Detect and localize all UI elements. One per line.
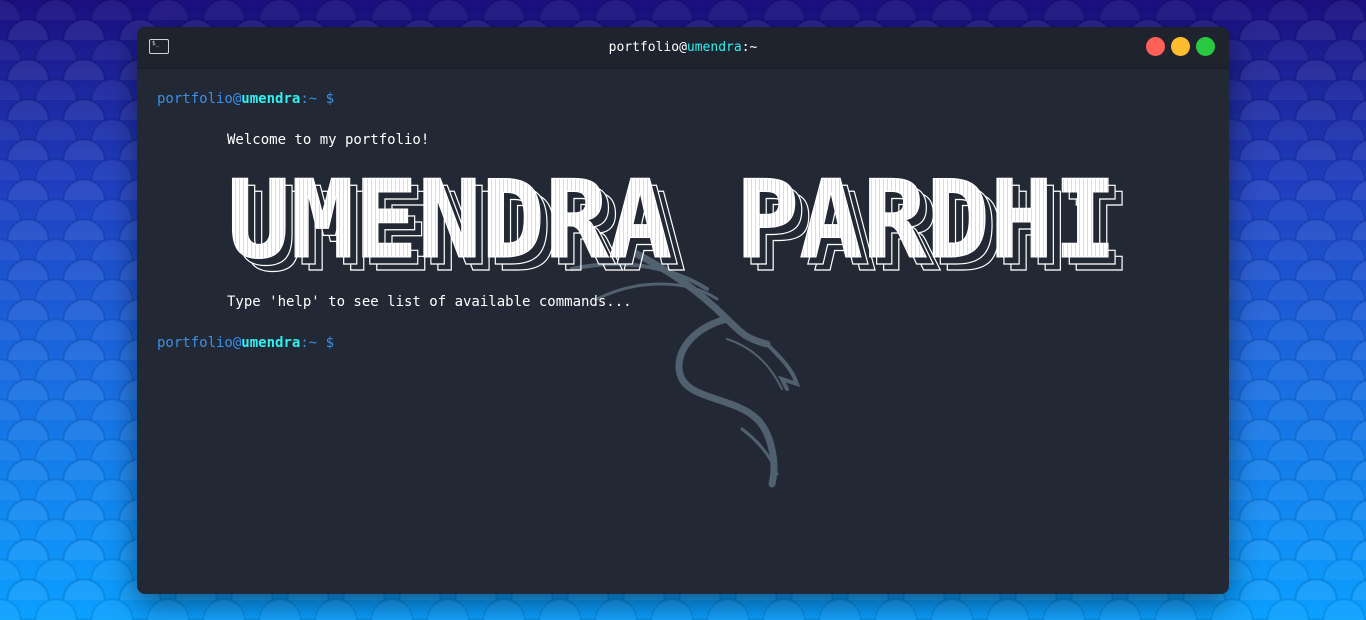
prompt-host: umendra xyxy=(241,91,301,107)
close-button[interactable] xyxy=(1146,37,1165,56)
prompt-line-2[interactable]: portfolio@umendra:~ $ xyxy=(157,335,334,351)
welcome-message: Welcome to my portfolio! xyxy=(227,132,430,148)
prompt-path: :~ xyxy=(300,91,318,107)
prompt-path: :~ xyxy=(300,335,318,351)
window-controls xyxy=(1146,37,1215,56)
prompt-line-1: portfolio@umendra:~ $ xyxy=(157,91,334,107)
title-host: umendra xyxy=(686,40,742,55)
maximize-button[interactable] xyxy=(1196,37,1215,56)
terminal-body[interactable]: portfolio@umendra:~ $ Welcome to my port… xyxy=(137,69,1229,594)
titlebar: $_ portfolio@umendra:~ xyxy=(137,27,1229,69)
window-title: portfolio@umendra:~ xyxy=(137,40,1229,55)
terminal-window: $_ portfolio@umendra:~ portfolio@umendra… xyxy=(137,27,1229,594)
banner-text: UMENDRA PARDHI xyxy=(227,164,1117,274)
help-hint: Type 'help' to see list of available com… xyxy=(227,294,632,310)
minimize-button[interactable] xyxy=(1171,37,1190,56)
prompt-host: umendra xyxy=(241,335,301,351)
prompt-user: portfolio xyxy=(157,335,233,351)
title-user: portfolio xyxy=(608,40,680,55)
prompt-symbol: $ xyxy=(325,91,335,107)
title-at: @ xyxy=(679,40,687,55)
title-suffix: :~ xyxy=(741,40,758,55)
prompt-user: portfolio xyxy=(157,91,233,107)
prompt-symbol: $ xyxy=(325,335,335,351)
ascii-banner: UMENDRA PARDHI UMENDRA PARDHI UMENDRA PA… xyxy=(227,164,1127,274)
